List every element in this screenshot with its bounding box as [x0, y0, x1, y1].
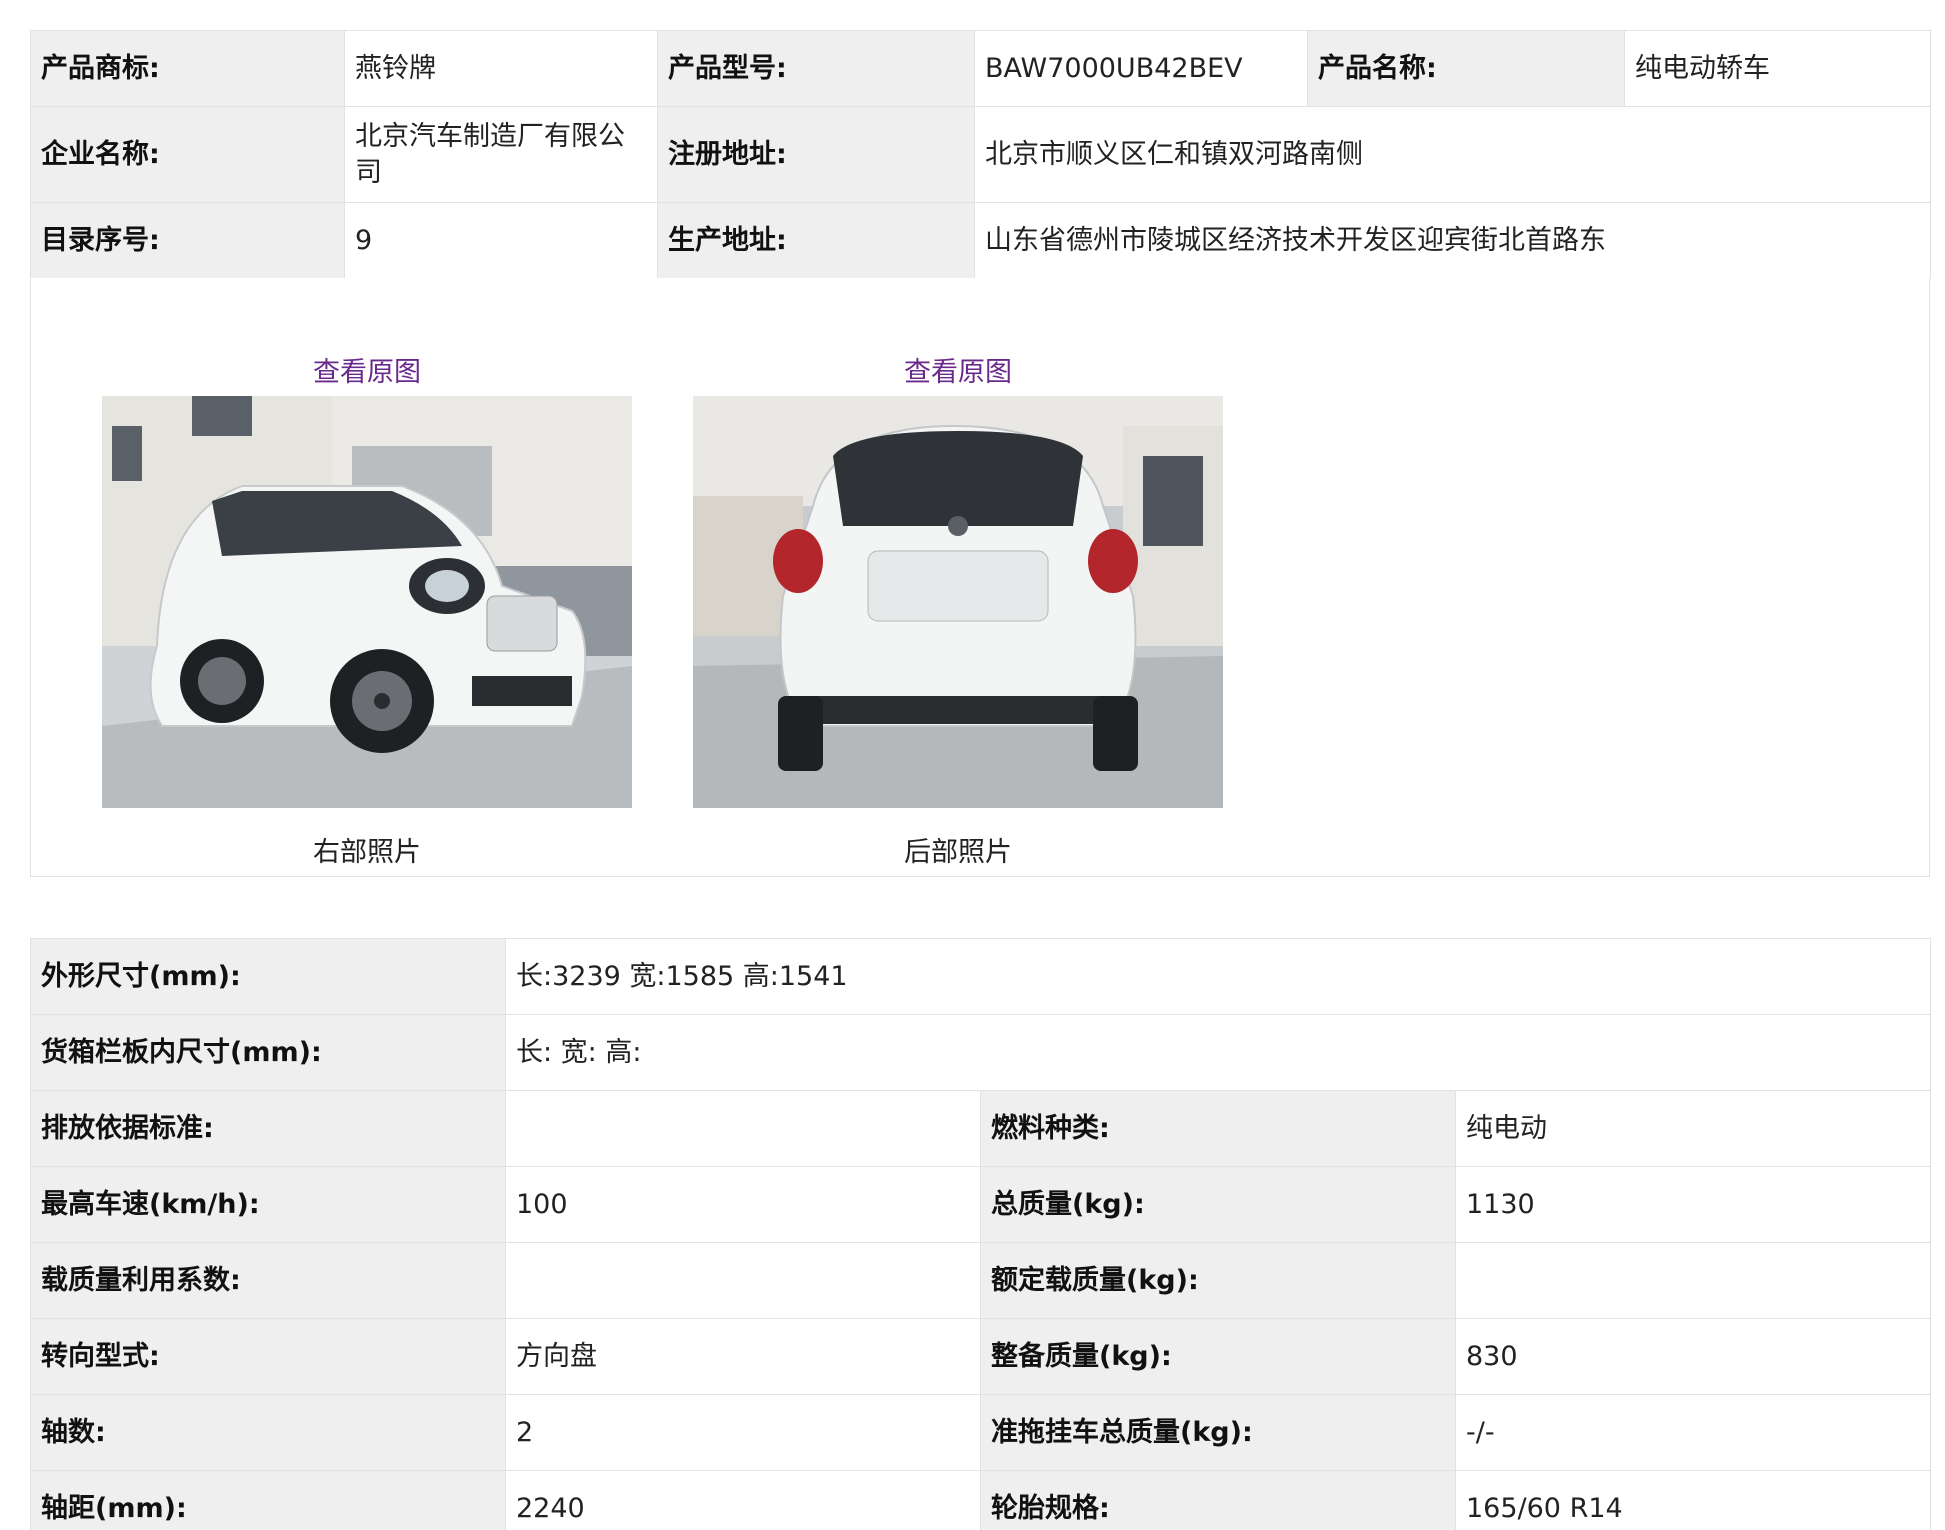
- model-value: BAW7000UB42BEV: [974, 30, 1308, 107]
- trailer-mass-label: 准拖挂车总质量(kg):: [980, 1394, 1456, 1471]
- curb-mass-label: 整备质量(kg):: [980, 1318, 1456, 1395]
- right-side-car-image: [102, 396, 632, 808]
- fuel-type-value: 纯电动: [1455, 1090, 1931, 1167]
- rated-load-label: 额定载质量(kg):: [980, 1242, 1456, 1319]
- axles-label: 轴数:: [30, 1394, 506, 1471]
- catalog-label: 目录序号:: [30, 202, 345, 279]
- brand-value: 燕铃牌: [344, 30, 658, 107]
- load-coef-label: 载质量利用系数:: [30, 1242, 506, 1319]
- right-side-photo[interactable]: [102, 396, 632, 808]
- wheelbase-value: 2240: [505, 1470, 981, 1530]
- prod-address-label: 生产地址:: [657, 202, 975, 279]
- brand-label: 产品商标:: [30, 30, 345, 107]
- product-name-value: 纯电动轿车: [1624, 30, 1931, 107]
- rear-photo[interactable]: [693, 396, 1223, 808]
- emission-standard-label: 排放依据标准:: [30, 1090, 506, 1167]
- fuel-type-label: 燃料种类:: [980, 1090, 1456, 1167]
- steering-label: 转向型式:: [30, 1318, 506, 1395]
- right-photo-caption: 右部照片: [313, 837, 421, 868]
- product-name-label: 产品名称:: [1307, 30, 1625, 107]
- view-original-link[interactable]: 查看原图: [693, 350, 1223, 389]
- steering-value: 方向盘: [505, 1318, 981, 1395]
- wheelbase-label: 轴距(mm):: [30, 1470, 506, 1530]
- max-speed-value: 100: [505, 1166, 981, 1243]
- company-label: 企业名称:: [30, 106, 345, 203]
- cargo-dims-label: 货箱栏板内尺寸(mm):: [30, 1014, 506, 1091]
- rear-photo-caption: 后部照片: [904, 837, 1012, 868]
- gross-mass-label: 总质量(kg):: [980, 1166, 1456, 1243]
- view-original-link[interactable]: 查看原图: [102, 350, 632, 389]
- reg-address-value: 北京市顺义区仁和镇双河路南侧: [974, 106, 1931, 203]
- photo-section: 查看原图 右部照片 查看原图 后部照片: [30, 278, 1930, 877]
- max-speed-label: 最高车速(km/h):: [30, 1166, 506, 1243]
- tire-spec-value: 165/60 R14: [1455, 1470, 1931, 1530]
- load-coef-value: [505, 1242, 981, 1319]
- dimensions-label: 外形尺寸(mm):: [30, 938, 506, 1015]
- rear-car-image: [693, 396, 1223, 808]
- model-label: 产品型号:: [657, 30, 975, 107]
- prod-address-value: 山东省德州市陵城区经济技术开发区迎宾街北首路东: [974, 202, 1931, 279]
- trailer-mass-value: -/-: [1455, 1394, 1931, 1471]
- spec-table: 外形尺寸(mm): 长:3239 宽:1585 高:1541 货箱栏板内尺寸(m…: [30, 938, 1931, 1530]
- catalog-value: 9: [344, 202, 658, 279]
- company-value: 北京汽车制造厂有限公司: [344, 106, 658, 203]
- reg-address-label: 注册地址:: [657, 106, 975, 203]
- dimensions-value: 长:3239 宽:1585 高:1541: [505, 938, 1931, 1015]
- curb-mass-value: 830: [1455, 1318, 1931, 1395]
- vehicle-info-table: 产品商标: 燕铃牌 产品型号: BAW7000UB42BEV 产品名称: 纯电动…: [30, 30, 1931, 279]
- axles-value: 2: [505, 1394, 981, 1471]
- rated-load-value: [1455, 1242, 1931, 1319]
- tire-spec-label: 轮胎规格:: [980, 1470, 1456, 1530]
- cargo-dims-value: 长: 宽: 高:: [505, 1014, 1931, 1091]
- emission-standard-value: [505, 1090, 981, 1167]
- gross-mass-value: 1130: [1455, 1166, 1931, 1243]
